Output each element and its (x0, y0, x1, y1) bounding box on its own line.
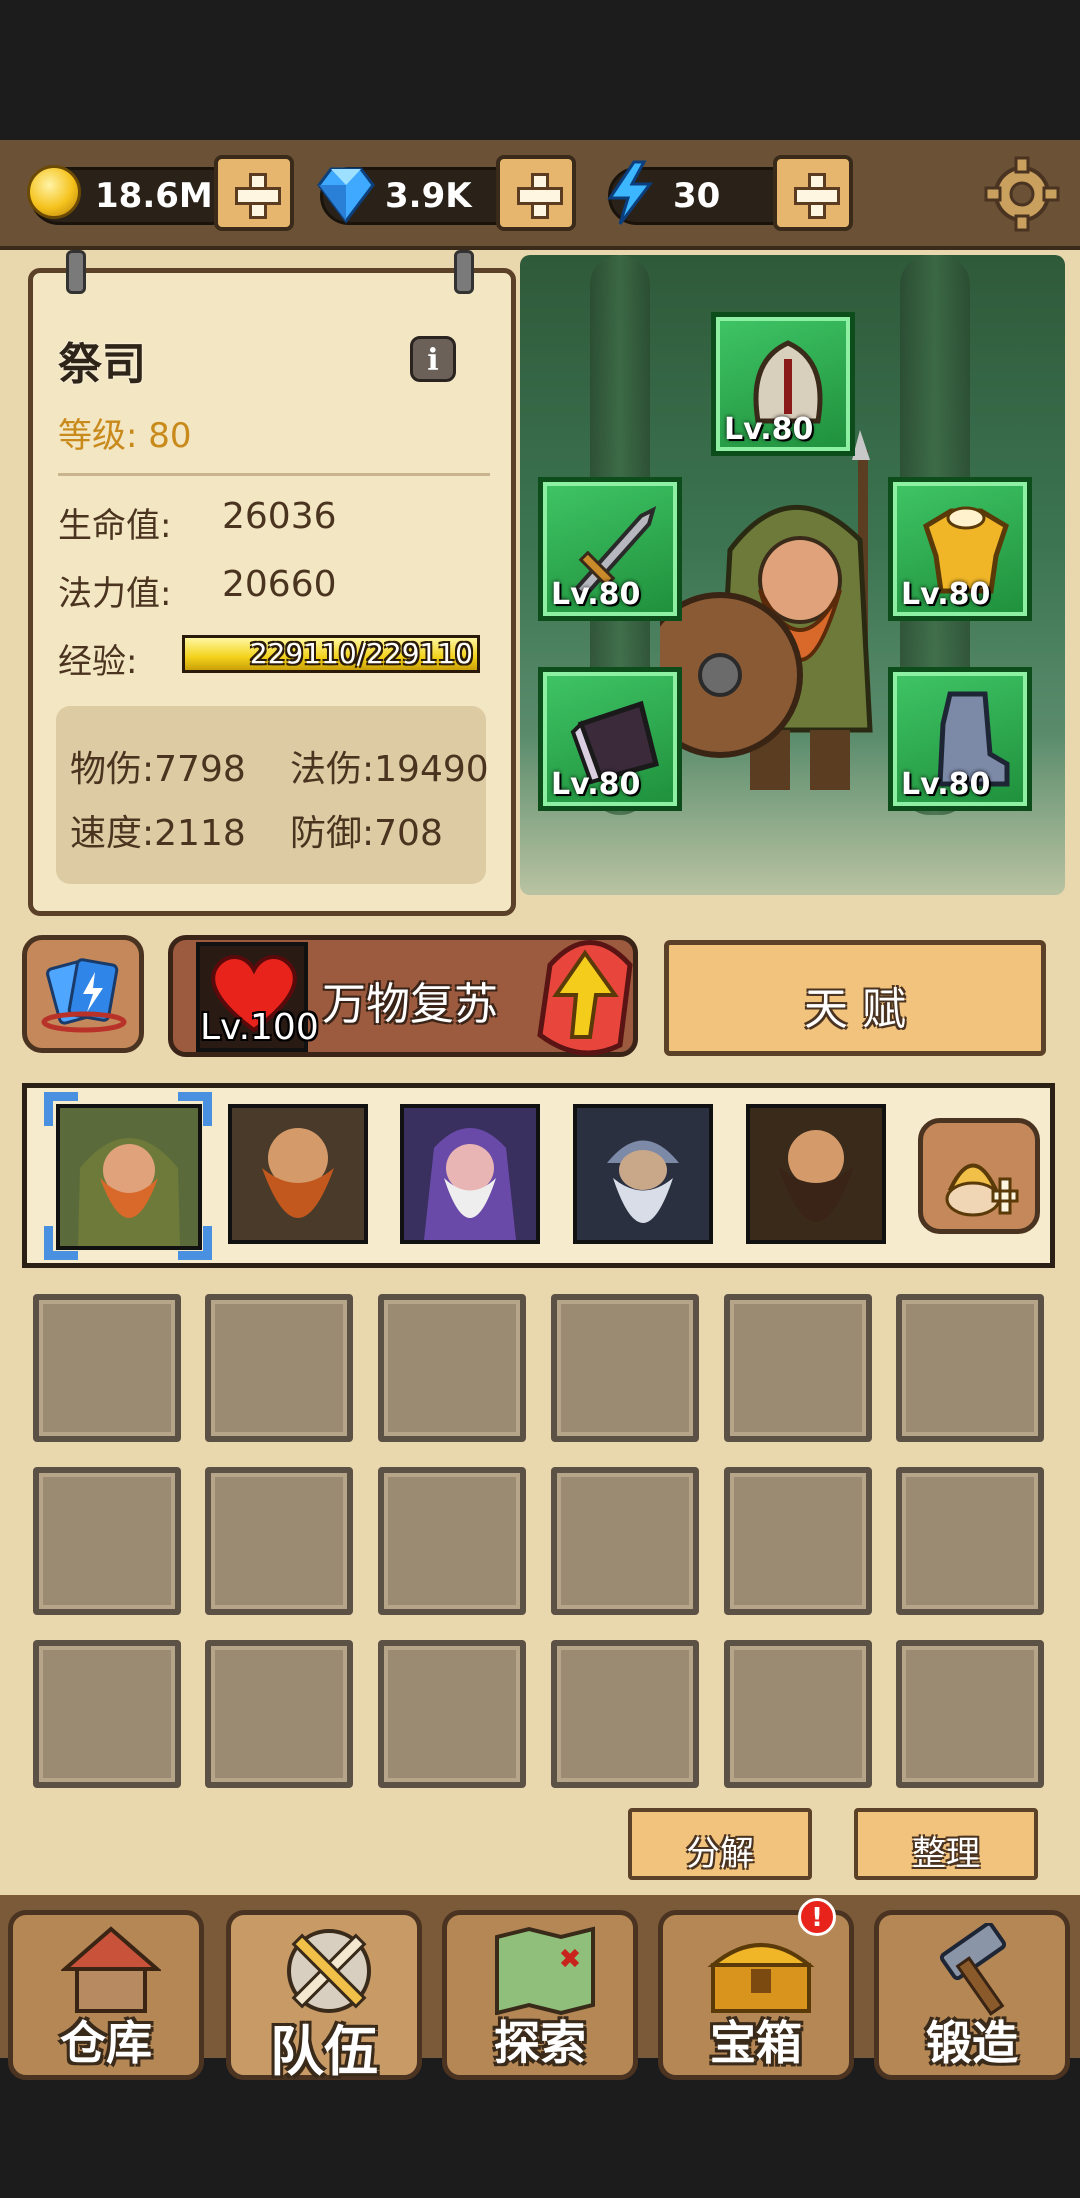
inventory-slot[interactable] (896, 1467, 1044, 1615)
defense-stat: 防御:708 (290, 813, 443, 854)
nav-chest-label: 宝箱 (710, 2016, 802, 2070)
inventory-slot[interactable] (33, 1467, 181, 1615)
stats-box (56, 706, 486, 884)
inventory-slot[interactable] (33, 1294, 181, 1442)
inventory-slot[interactable] (724, 1640, 872, 1788)
gloves-level: Lv.80 (551, 767, 641, 802)
house-icon (61, 1926, 161, 2013)
nav-forge[interactable]: 锻造 (874, 1910, 1070, 2080)
exp-text: 229110/229110 (249, 637, 473, 670)
equip-slot-armor[interactable]: Lv.80 (888, 477, 1032, 621)
treasure-chest-icon (707, 1943, 815, 2013)
decompose-label: 分解 (686, 1834, 754, 1874)
nav-team[interactable]: 队伍 (226, 1910, 422, 2083)
panel-clip (454, 250, 474, 294)
diamond-amount: 3.9K (385, 176, 472, 216)
helmet-level: Lv.80 (724, 412, 814, 447)
inventory-slot[interactable] (378, 1467, 526, 1615)
dwarf-berserker-avatar (750, 1108, 882, 1240)
inventory-slot[interactable] (896, 1294, 1044, 1442)
mp-value: 20660 (222, 564, 337, 605)
inventory-slot[interactable] (551, 1294, 699, 1442)
decompose-button[interactable]: 分解 (628, 1808, 812, 1880)
add-hero-button[interactable] (918, 1118, 1040, 1234)
gold-amount: 18.6M (95, 176, 213, 216)
hp-label: 生命值: (58, 506, 172, 546)
inventory-slot[interactable] (378, 1640, 526, 1788)
mp-label: 法力值: (58, 574, 172, 614)
nav-warehouse-label: 仓库 (60, 2016, 152, 2070)
inventory-slot[interactable] (724, 1467, 872, 1615)
nav-chest[interactable]: 宝箱 (658, 1910, 854, 2080)
viking-helmet-plus-icon (945, 1163, 1019, 1217)
nav-explore-label: 探索 (494, 2016, 586, 2070)
diamond-icon (317, 167, 375, 224)
cards-icon (41, 958, 127, 1033)
add-energy-button[interactable] (773, 155, 853, 231)
hero-slot-mage[interactable] (400, 1104, 540, 1244)
inventory-slot[interactable] (33, 1640, 181, 1788)
selection-corner (44, 1226, 78, 1260)
map-icon (495, 1926, 595, 2015)
selection-corner (178, 1226, 212, 1260)
equip-slot-helmet[interactable]: Lv.80 (711, 312, 855, 456)
dwarf-mage-avatar (404, 1108, 536, 1240)
exp-bar: 229110/229110 (182, 635, 480, 673)
hp-value: 26036 (222, 496, 337, 537)
panel-clip (66, 250, 86, 294)
talent-button[interactable]: 天 赋 (664, 940, 1046, 1056)
skill-upgrade-arrow-icon[interactable] (530, 925, 640, 1060)
phys-attack-stat: 物伤:7798 (70, 749, 246, 790)
skill-slot: Lv.100 (196, 942, 319, 1052)
dwarf-warrior-avatar (232, 1108, 364, 1240)
divider (58, 473, 490, 476)
sort-button[interactable]: 整理 (854, 1808, 1038, 1880)
gold-coin-icon (27, 165, 81, 219)
nav-warehouse[interactable]: 仓库 (8, 1910, 204, 2080)
skill-cards-button[interactable] (22, 935, 144, 1053)
weapon-level: Lv.80 (551, 577, 641, 612)
armor-level: Lv.80 (901, 577, 991, 612)
inventory-slot[interactable] (205, 1640, 353, 1788)
equip-slot-boots[interactable]: Lv.80 (888, 667, 1032, 811)
add-gold-button[interactable] (214, 155, 294, 231)
nav-explore[interactable]: 探索 (442, 1910, 638, 2080)
hero-slot-berserker[interactable] (746, 1104, 886, 1244)
equip-slot-gloves[interactable]: Lv.80 (538, 667, 682, 811)
hero-level: 等级: 80 (58, 416, 192, 456)
inventory-slot[interactable] (205, 1467, 353, 1615)
nav-team-label: 队伍 (270, 2020, 378, 2083)
skill-level: Lv.100 (200, 1007, 319, 1048)
info-icon[interactable]: i (410, 336, 456, 382)
exp-label: 经验: (58, 642, 138, 682)
energy-amount: 30 (673, 176, 721, 216)
sort-label: 整理 (912, 1834, 980, 1874)
add-diamond-button[interactable] (496, 155, 576, 231)
talent-label: 天 赋 (804, 984, 906, 1035)
nav-forge-label: 锻造 (926, 2016, 1018, 2070)
inventory-slot[interactable] (378, 1294, 526, 1442)
speed-stat: 速度:2118 (70, 813, 246, 854)
inventory-slot[interactable] (551, 1640, 699, 1788)
boots-level: Lv.80 (901, 767, 991, 802)
equip-slot-weapon[interactable]: Lv.80 (538, 477, 682, 621)
magic-attack-stat: 法伤:19490 (290, 749, 489, 790)
settings-gear-icon[interactable] (984, 156, 1060, 232)
hero-slot-knight[interactable] (573, 1104, 713, 1244)
selection-corner (178, 1092, 212, 1126)
hero-slot-warrior[interactable] (228, 1104, 368, 1244)
hammer-icon (939, 1923, 1007, 2016)
chest-alert-badge-icon: ! (798, 1898, 836, 1936)
inventory-slot[interactable] (724, 1294, 872, 1442)
skill-name: 万物复苏 (322, 979, 498, 1030)
inventory-slot[interactable] (896, 1640, 1044, 1788)
selection-corner (44, 1092, 78, 1126)
hero-name: 祭司 (58, 339, 146, 390)
inventory-slot[interactable] (205, 1294, 353, 1442)
dwarf-knight-avatar (577, 1108, 709, 1240)
inventory-slot[interactable] (551, 1467, 699, 1615)
dwarf-priest-portrait (660, 430, 873, 790)
lightning-icon (607, 160, 653, 225)
